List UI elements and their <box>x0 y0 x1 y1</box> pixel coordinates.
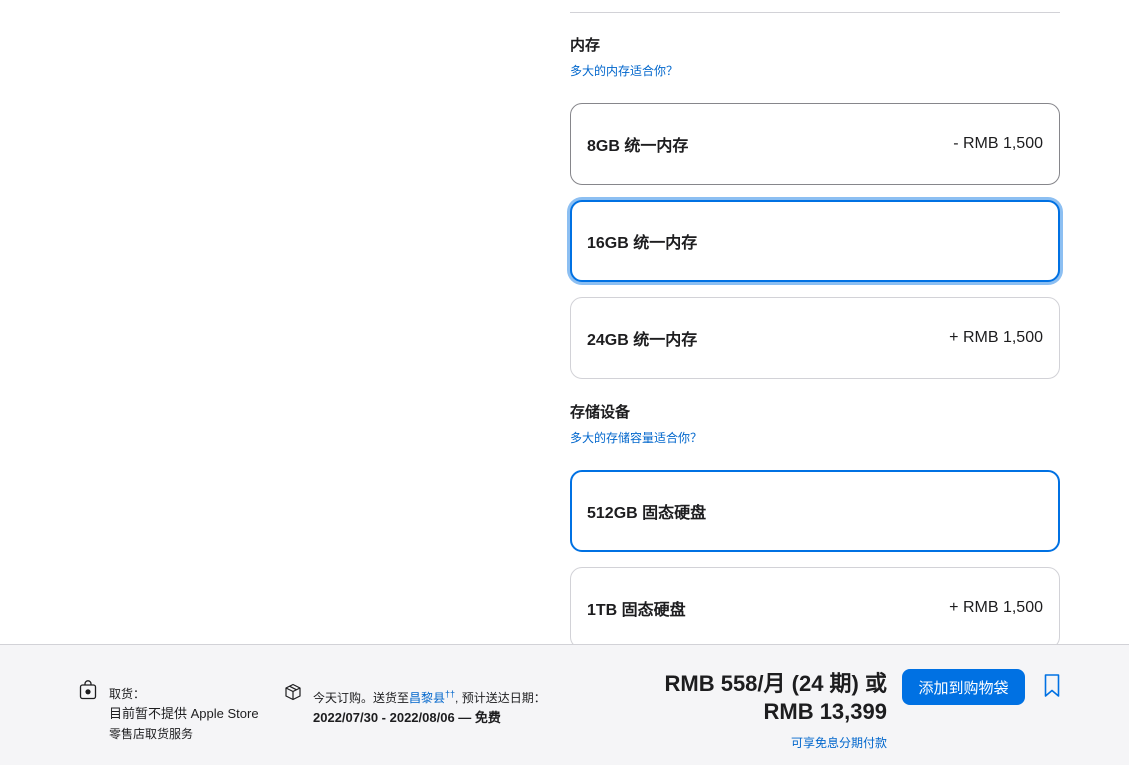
price-summary: RMB 558/月 (24 期) 或 RMB 13,399 可享免息分期付款 <box>665 670 888 751</box>
shopping-bag-icon <box>79 680 97 700</box>
storage-option-1tb[interactable]: 1TB 固态硬盘 + RMB 1,500 <box>570 567 1060 649</box>
option-price: - RMB 1,500 <box>953 135 1043 152</box>
shipping-info: 今天订购。送货至昌黎县††, 预计送达日期： 2022/07/30 - 2022… <box>313 684 546 728</box>
box-icon <box>285 683 301 701</box>
pickup-title: 取货： <box>109 687 146 701</box>
pickup-line-2: 零售店取货服务 <box>109 727 194 741</box>
ship-suffix: , 预计送达日期： <box>455 691 546 705</box>
option-price: + RMB 1,500 <box>949 599 1043 616</box>
memory-option-24gb[interactable]: 24GB 统一内存 + RMB 1,500 <box>570 297 1060 379</box>
bookmark-icon[interactable] <box>1043 673 1061 699</box>
storage-help-link[interactable]: 多大的存储容量适合你？ <box>570 429 702 446</box>
option-label: 8GB 统一内存 <box>587 138 689 155</box>
ship-dates: 2022/07/30 - 2022/08/06 — 免费 <box>313 710 501 725</box>
total-price: RMB 13,399 <box>763 699 887 724</box>
memory-section-title: 内存 <box>570 37 601 54</box>
memory-help-link[interactable]: 多大的内存适合你？ <box>570 62 678 79</box>
option-label: 16GB 统一内存 <box>587 235 698 252</box>
option-label: 1TB 固态硬盘 <box>587 602 686 619</box>
memory-option-8gb[interactable]: 8GB 统一内存 - RMB 1,500 <box>570 103 1060 185</box>
pickup-info: 取货： 目前暂不提供 Apple Store 零售店取货服务 <box>109 684 259 744</box>
option-label: 512GB 固态硬盘 <box>587 505 707 522</box>
finance-link[interactable]: 可享免息分期付款 <box>665 734 887 751</box>
storage-option-512gb[interactable]: 512GB 固态硬盘 <box>570 470 1060 552</box>
option-price: + RMB 1,500 <box>949 329 1043 346</box>
add-to-bag-button[interactable]: 添加到购物袋 <box>902 669 1025 705</box>
top-divider <box>570 12 1060 13</box>
option-label: 24GB 统一内存 <box>587 332 698 349</box>
memory-option-16gb[interactable]: 16GB 统一内存 <box>570 200 1060 282</box>
ship-footnote-mark: †† <box>445 689 456 699</box>
storage-section-title: 存储设备 <box>570 404 631 421</box>
monthly-price: RMB 558/月 (24 期) 或 <box>664 671 888 696</box>
pickup-line-1: 目前暂不提供 Apple Store <box>109 706 259 721</box>
ship-location-link[interactable]: 昌黎县 <box>409 691 445 705</box>
ship-prefix: 今天订购。送货至 <box>313 691 410 705</box>
